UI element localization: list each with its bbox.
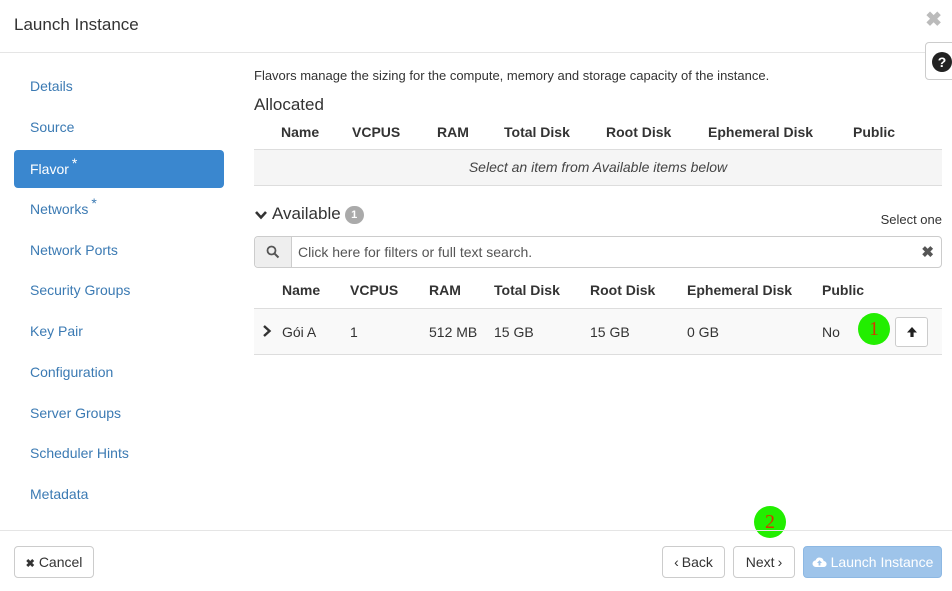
cloud-upload-icon <box>812 557 827 568</box>
sidebar-item-network-ports[interactable]: Network Ports <box>14 231 224 269</box>
select-hint: Select one <box>880 212 942 227</box>
help-icon[interactable]: ? <box>932 52 952 72</box>
next-label: Next <box>745 554 775 570</box>
sidebar-item-label: Flavor <box>30 161 69 177</box>
available-count-badge: 1 <box>344 205 364 224</box>
cancel-label: Cancel <box>38 554 83 570</box>
search-bar: ✖ <box>254 236 942 268</box>
sidebar-item-label: Scheduler Hints <box>30 445 129 461</box>
available-col-total-disk[interactable]: Total Disk <box>494 282 560 298</box>
annotation-marker-1: 1 <box>858 313 890 345</box>
sidebar-item-label: Key Pair <box>30 323 83 339</box>
sidebar-item-label: Server Groups <box>30 405 122 421</box>
search-addon <box>255 237 292 267</box>
sidebar-item-label: Configuration <box>30 364 114 380</box>
row-total-disk: 15 GB <box>494 324 534 340</box>
allocated-col-vcpus[interactable]: VCPUS <box>352 124 400 140</box>
sidebar-item-label: Network Ports <box>30 242 118 258</box>
available-col-ephemeral-disk[interactable]: Ephemeral Disk <box>687 282 792 298</box>
row-vcpus: 1 <box>350 324 358 340</box>
modal-footer-divider <box>0 530 952 531</box>
sidebar-item-label: Source <box>30 119 75 135</box>
modal-title: Launch Instance <box>14 15 139 34</box>
allocated-col-root-disk[interactable]: Root Disk <box>606 124 671 140</box>
row-name: Gói A <box>282 324 317 340</box>
sidebar-item-label: Metadata <box>30 486 89 502</box>
clear-search-icon[interactable]: ✖ <box>921 243 934 261</box>
chevron-right-icon: › <box>777 554 783 570</box>
flavor-description: Flavors manage the sizing for the comput… <box>254 68 770 83</box>
sidebar-item-security-groups[interactable]: Security Groups <box>14 271 224 309</box>
next-button[interactable]: Next › <box>733 546 795 578</box>
launch-instance-button[interactable]: Launch Instance <box>803 546 942 578</box>
available-heading: Available <box>272 204 341 223</box>
row-root-disk: 15 GB <box>590 324 630 340</box>
sidebar-item-scheduler-hints[interactable]: Scheduler Hints <box>14 434 224 472</box>
row-ephemeral-disk: 0 GB <box>687 324 719 340</box>
allocate-button[interactable] <box>895 317 928 347</box>
sidebar-item-source[interactable]: Source <box>14 108 224 146</box>
sidebar-item-flavor[interactable]: Flavor * <box>14 150 224 188</box>
sidebar-item-metadata[interactable]: Metadata <box>14 475 224 513</box>
allocated-col-name[interactable]: Name <box>281 124 319 140</box>
row-ram: 512 MB <box>429 324 478 340</box>
arrow-up-icon <box>907 327 917 337</box>
annotation-marker-2: 2 <box>754 506 786 538</box>
allocated-col-ram[interactable]: RAM <box>437 124 469 140</box>
sidebar-item-details[interactable]: Details <box>14 67 224 105</box>
back-button[interactable]: ‹ Back <box>662 546 725 578</box>
table-row[interactable]: Gói A 1 512 MB 15 GB 15 GB 0 GB No <box>254 308 942 355</box>
sidebar-item-server-groups[interactable]: Server Groups <box>14 394 224 432</box>
available-col-vcpus[interactable]: VCPUS <box>350 282 398 298</box>
available-col-ram[interactable]: RAM <box>429 282 461 298</box>
modal-header <box>0 0 952 53</box>
allocated-col-ephemeral-disk[interactable]: Ephemeral Disk <box>708 124 813 140</box>
sidebar-item-label: Details <box>30 78 73 94</box>
required-marker: * <box>91 195 97 212</box>
sidebar-item-configuration[interactable]: Configuration <box>14 353 224 391</box>
chevron-right-icon[interactable] <box>261 324 273 338</box>
sidebar-item-key-pair[interactable]: Key Pair <box>14 312 224 350</box>
close-icon: ✖ <box>25 558 35 570</box>
allocated-col-public[interactable]: Public <box>853 124 895 140</box>
available-toggle[interactable]: Available 1 <box>254 204 364 224</box>
available-col-public[interactable]: Public <box>822 282 864 298</box>
search-input[interactable] <box>293 237 903 267</box>
available-col-name[interactable]: Name <box>282 282 320 298</box>
allocated-col-total-disk[interactable]: Total Disk <box>504 124 570 140</box>
sidebar-item-label: Networks <box>30 201 89 217</box>
chevron-down-icon <box>255 210 267 219</box>
required-marker: * <box>71 155 78 172</box>
cancel-button[interactable]: ✖ Cancel <box>14 546 94 578</box>
back-label: Back <box>681 554 713 570</box>
sidebar-item-label: Security Groups <box>30 282 131 298</box>
row-public: No <box>822 324 840 340</box>
search-icon <box>266 245 280 259</box>
sidebar-item-networks[interactable]: Networks * <box>14 190 224 228</box>
close-icon[interactable]: ✖ <box>925 10 942 30</box>
available-col-root-disk[interactable]: Root Disk <box>590 282 655 298</box>
allocated-heading: Allocated <box>254 95 324 114</box>
allocated-empty-message: Select an item from Available items belo… <box>254 149 942 186</box>
chevron-left-icon: ‹ <box>674 554 679 570</box>
launch-instance-label: Launch Instance <box>830 554 934 570</box>
